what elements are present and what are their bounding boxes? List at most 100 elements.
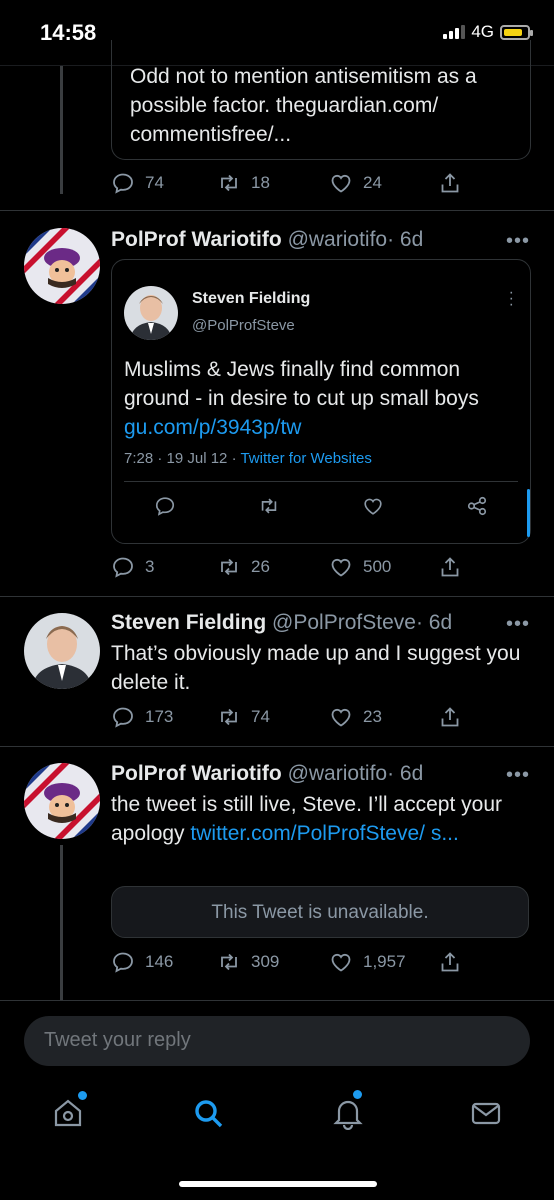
share-icon (438, 555, 462, 579)
divider (124, 481, 518, 482)
reply-icon (111, 171, 135, 195)
author-handle[interactable]: @wariotifo (288, 228, 388, 251)
divider (0, 210, 554, 211)
like-button[interactable]: 23 (329, 705, 382, 729)
retweet-icon (217, 555, 241, 579)
network-label: 4G (471, 22, 494, 41)
like-icon[interactable] (362, 495, 384, 517)
retweet-button[interactable]: 309 (217, 950, 279, 974)
like-button[interactable]: 24 (329, 171, 382, 195)
divider (0, 746, 554, 747)
reply-count: 173 (145, 707, 174, 726)
like-count: 24 (363, 173, 382, 192)
like-count: 23 (363, 707, 382, 726)
share-icon (438, 171, 462, 195)
status-indicators: 4G (443, 22, 533, 42)
thread-line (60, 845, 63, 1000)
quoted-timestamp: 7:28 · 19 Jul 12 · (124, 450, 241, 467)
like-count: 1,957 (363, 952, 406, 971)
more-options-icon[interactable]: ••• (506, 764, 530, 787)
divider (0, 596, 554, 597)
quoted-tweet-card[interactable]: Steven Fielding @PolProfSteve · · · Muslim… (111, 259, 531, 544)
tweet-actions: 3 26 500 (111, 555, 531, 585)
like-count: 500 (363, 557, 392, 576)
retweet-count: 74 (251, 707, 270, 726)
avatar[interactable] (24, 228, 100, 304)
avatar[interactable] (24, 613, 100, 689)
quoted-tweet-card[interactable]: Odd not to mention antisemitism as a pos… (111, 40, 531, 160)
home-indicator (179, 1181, 377, 1187)
reply-input[interactable]: Tweet your reply (24, 1016, 530, 1066)
home-notification-dot (78, 1091, 87, 1100)
share-button[interactable] (438, 555, 462, 579)
retweet-button[interactable]: 26 (217, 555, 270, 579)
retweet-count: 26 (251, 557, 270, 576)
quoted-author-handle: @PolProfSteve (192, 317, 295, 334)
like-icon (329, 705, 353, 729)
reply-icon (111, 705, 135, 729)
like-button[interactable]: 1,957 (329, 950, 406, 974)
home-icon[interactable] (51, 1091, 87, 1130)
notifications-dot (353, 1090, 362, 1099)
retweet-icon (217, 705, 241, 729)
tweet-time: · 6d (387, 228, 424, 251)
quoted-actions (112, 495, 530, 519)
thread-line (60, 66, 63, 194)
author-name[interactable]: PolProf Wariotifo (111, 762, 282, 785)
search-icon[interactable] (191, 1096, 225, 1130)
like-button[interactable]: 500 (329, 555, 391, 579)
author-name[interactable]: Steven Fielding (111, 611, 266, 634)
avatar[interactable] (24, 763, 100, 839)
divider (0, 1000, 554, 1001)
author-handle[interactable]: @PolProfSteve (272, 611, 416, 634)
reply-count: 3 (145, 557, 155, 576)
share-button[interactable] (438, 171, 462, 195)
reply-button[interactable]: 3 (111, 555, 154, 579)
messages-icon[interactable] (469, 1096, 503, 1130)
quoted-text: Muslims & Jews finally find common groun… (124, 358, 479, 410)
reply-count: 146 (145, 952, 174, 971)
tweet-link[interactable]: twitter.com/PolProfSteve/ s... (190, 822, 458, 845)
like-icon (329, 950, 353, 974)
quoted-more-icon[interactable]: · · · (509, 285, 514, 313)
scroll-indicator[interactable] (527, 489, 530, 537)
tweet-time: · 6d (415, 611, 453, 634)
like-icon (329, 171, 353, 195)
tweet-actions: 74 18 24 (111, 171, 531, 201)
status-time: 14:58 (40, 20, 97, 45)
reply-button[interactable]: 74 (111, 171, 164, 195)
tweet-text: Odd not to mention antisemitism as a pos… (130, 65, 477, 146)
share-icon[interactable] (466, 495, 488, 517)
author-handle[interactable]: @wariotifo (288, 762, 388, 785)
quoted-source[interactable]: Twitter for Websites (240, 450, 371, 467)
quoted-link[interactable]: gu.com/p/3943p/tw (124, 413, 524, 442)
reply-button[interactable]: 173 (111, 705, 173, 729)
tweet-actions: 173 74 23 (111, 705, 531, 735)
share-button[interactable] (438, 950, 462, 974)
reply-button[interactable]: 146 (111, 950, 173, 974)
signal-icon (443, 25, 466, 39)
retweet-icon[interactable] (258, 495, 280, 517)
unavailable-tweet-notice: This Tweet is unavailable. (111, 886, 529, 938)
tweet-header: Steven Fielding @PolProfSteve· 6d (111, 611, 452, 635)
tweet-header: PolProf Wariotifo @wariotifo· 6d (111, 762, 423, 786)
retweet-button[interactable]: 74 (217, 705, 270, 729)
retweet-button[interactable]: 18 (217, 171, 270, 195)
retweet-count: 18 (251, 173, 270, 192)
tweet-time: · 6d (387, 762, 424, 785)
reply-icon (111, 950, 135, 974)
author-name[interactable]: PolProf Wariotifo (111, 228, 282, 251)
reply-icon (111, 555, 135, 579)
tweet-text: That’s obviously made up and I suggest y… (111, 642, 521, 694)
notifications-icon[interactable] (331, 1090, 365, 1131)
like-icon (329, 555, 353, 579)
tweet-actions: 146 309 1,957 (111, 950, 531, 980)
reply-icon[interactable] (154, 495, 176, 517)
more-options-icon[interactable]: ••• (506, 613, 530, 636)
share-button[interactable] (438, 705, 462, 729)
retweet-icon (217, 171, 241, 195)
retweet-count: 309 (251, 952, 280, 971)
quoted-author-name: Steven Fielding (192, 290, 311, 307)
retweet-icon (217, 950, 241, 974)
more-options-icon[interactable]: ••• (506, 230, 530, 253)
